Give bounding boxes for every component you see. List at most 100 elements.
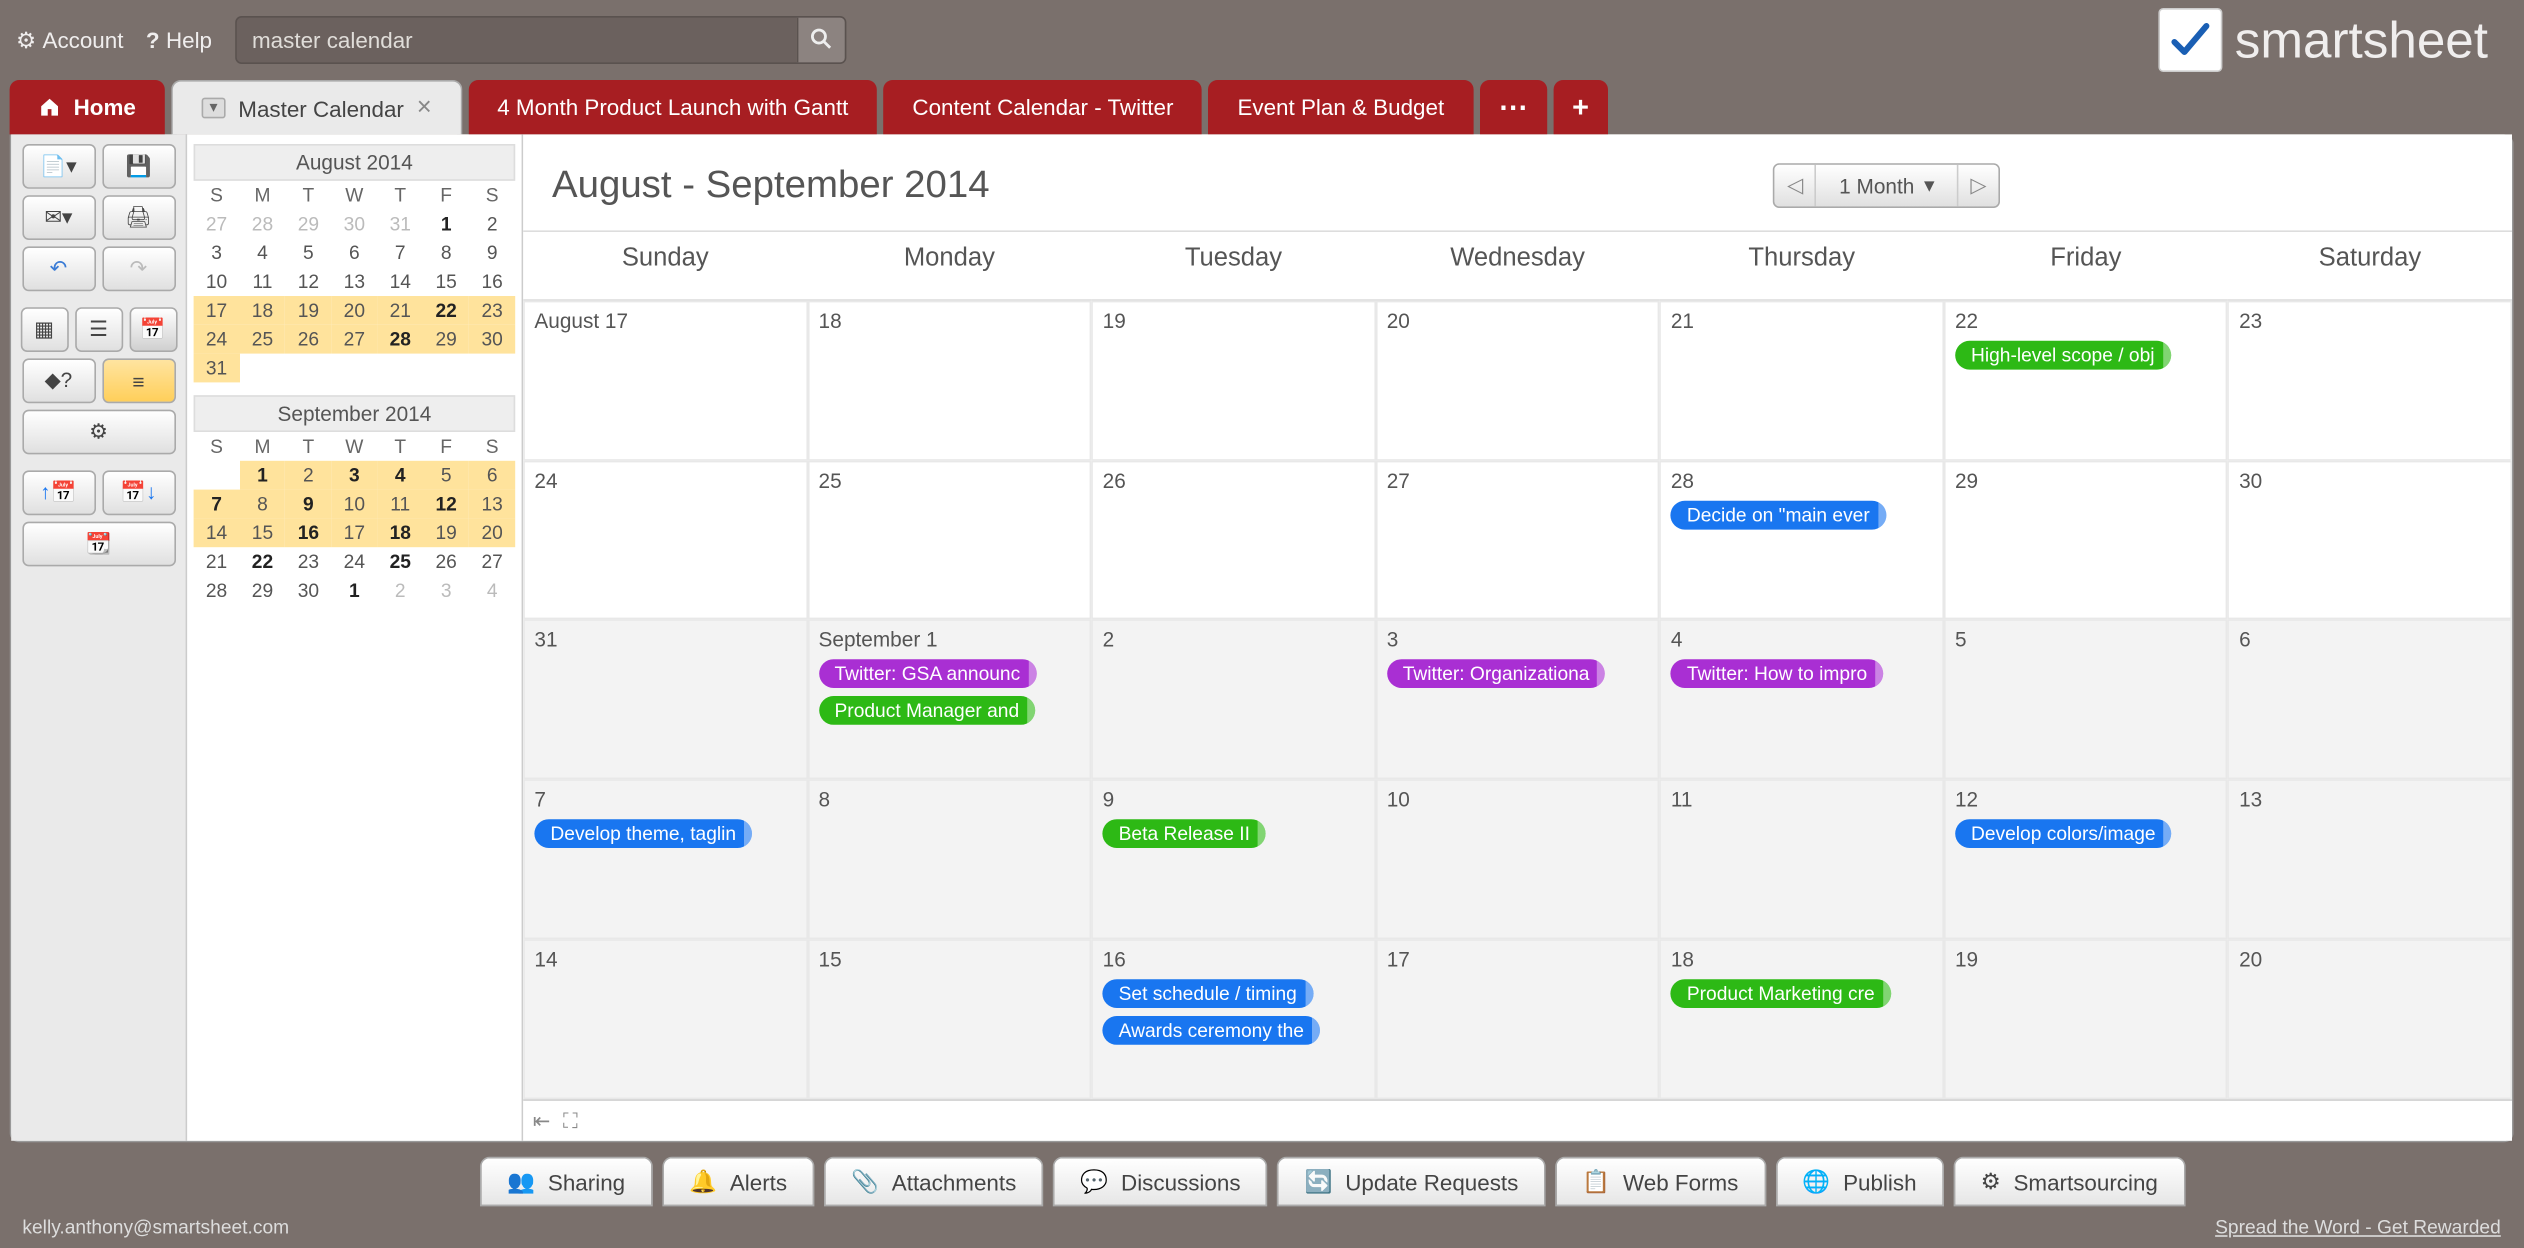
calendar-view-button[interactable]: 📅 [129, 307, 177, 352]
tab-add[interactable]: + [1553, 80, 1608, 134]
day-cell[interactable]: 3Twitter: Organizationa [1376, 620, 1660, 780]
help-link[interactable]: Help [146, 27, 212, 53]
minical-day[interactable]: 3 [194, 238, 240, 267]
save-button[interactable]: 💾 [102, 144, 176, 189]
day-cell[interactable]: 5 [1944, 620, 2228, 780]
minical-day[interactable]: 11 [240, 267, 286, 296]
bottom-tab-update-requests[interactable]: 🔄Update Requests [1277, 1157, 1545, 1207]
day-cell[interactable]: 24 [523, 460, 807, 620]
day-cell[interactable]: 4Twitter: How to impro [1660, 620, 1944, 780]
minical-day[interactable]: 8 [423, 238, 469, 267]
tab-more[interactable]: ⋯ [1479, 80, 1546, 134]
minical-day[interactable]: 29 [240, 576, 286, 605]
calendar-event[interactable]: Beta Release II [1103, 820, 1266, 849]
minical-day[interactable]: 12 [285, 267, 331, 296]
minical-day[interactable]: 22 [423, 296, 469, 325]
minical-day[interactable]: 15 [240, 518, 286, 547]
minical-day[interactable]: 26 [423, 547, 469, 576]
tab-dropdown-icon[interactable]: ▾ [201, 98, 225, 119]
bottom-tab-alerts[interactable]: 🔔Alerts [662, 1157, 814, 1207]
day-cell[interactable]: 11 [1660, 780, 1944, 940]
minical-day[interactable]: 7 [377, 238, 423, 267]
minical-day[interactable]: 18 [240, 296, 286, 325]
day-cell[interactable]: 23 [2228, 301, 2512, 461]
minical-day[interactable]: 10 [331, 490, 377, 519]
calendar-event[interactable]: Product Manager and [819, 697, 1036, 726]
minical-day[interactable]: 2 [469, 210, 515, 239]
redo-button[interactable]: ↷ [102, 246, 176, 291]
minical-day[interactable]: 16 [469, 267, 515, 296]
minical-day[interactable]: 23 [469, 296, 515, 325]
minical-day[interactable]: 9 [285, 490, 331, 519]
day-cell[interactable]: 18Product Marketing cre [1660, 939, 1944, 1099]
minical-day[interactable]: 19 [423, 518, 469, 547]
search-input[interactable] [236, 18, 796, 63]
search-button[interactable] [796, 18, 844, 63]
calendar-event[interactable]: Develop theme, taglin [534, 820, 752, 849]
minical-day[interactable]: 28 [377, 325, 423, 354]
minical-day[interactable]: 15 [423, 267, 469, 296]
calendar-event[interactable]: Twitter: GSA announc [819, 660, 1037, 689]
minical-day[interactable]: 3 [331, 461, 377, 490]
tab-active[interactable]: ▾ Master Calendar × [171, 80, 462, 134]
day-cell[interactable]: 13 [2228, 780, 2512, 940]
minical-day[interactable]: 6 [469, 461, 515, 490]
conditional-format-button[interactable]: ≡ [102, 358, 176, 403]
minical-day[interactable]: 23 [285, 547, 331, 576]
fullscreen-icon[interactable]: ⛶ [563, 1108, 578, 1134]
minical-day[interactable]: 14 [377, 267, 423, 296]
day-cell[interactable]: 26 [1091, 460, 1375, 620]
file-dropdown-button[interactable]: 📄▾ [22, 144, 96, 189]
minical-day[interactable]: 21 [194, 547, 240, 576]
minical-day[interactable]: 16 [285, 518, 331, 547]
minical-day[interactable]: 5 [423, 461, 469, 490]
day-cell[interactable]: 28Decide on "main ever [1660, 460, 1944, 620]
day-cell[interactable]: 18 [807, 301, 1091, 461]
grid-view-button[interactable]: ▦ [20, 307, 68, 352]
minical-day[interactable]: 30 [331, 210, 377, 239]
minical-day[interactable]: 30 [469, 325, 515, 354]
day-cell[interactable]: 21 [1660, 301, 1944, 461]
day-cell[interactable]: 12Develop colors/image [1944, 780, 2228, 940]
day-cell[interactable]: August 17 [523, 301, 807, 461]
calendar-event[interactable]: Twitter: Organizationa [1387, 660, 1606, 689]
day-cell[interactable]: 15 [807, 939, 1091, 1099]
minical-day[interactable]: 13 [469, 490, 515, 519]
minical-day[interactable]: 22 [240, 547, 286, 576]
minical-day[interactable]: 20 [469, 518, 515, 547]
bottom-tab-attachments[interactable]: 📎Attachments [824, 1157, 1044, 1207]
day-cell[interactable]: 20 [1376, 301, 1660, 461]
day-cell[interactable]: 25 [807, 460, 1091, 620]
tab-home[interactable]: Home [10, 80, 165, 134]
minical-day[interactable]: 4 [377, 461, 423, 490]
minical-day[interactable]: 19 [285, 296, 331, 325]
minical-day[interactable]: 28 [194, 576, 240, 605]
close-tab-icon[interactable]: × [417, 94, 432, 123]
account-link[interactable]: Account [16, 26, 123, 53]
print-button[interactable]: 🖨 [102, 195, 176, 240]
minical-day[interactable]: 31 [194, 354, 240, 383]
collapse-icon[interactable]: ⇤ [533, 1108, 550, 1134]
calendar-event[interactable]: High-level scope / obj [1955, 341, 2171, 370]
minical-day[interactable]: 10 [194, 267, 240, 296]
calendar-event[interactable]: Awards ceremony the [1103, 1016, 1320, 1045]
day-cell[interactable]: 9Beta Release II [1091, 780, 1375, 940]
minical-day[interactable]: 7 [194, 490, 240, 519]
calendar-event[interactable]: Develop colors/image [1955, 820, 2172, 849]
minical-day[interactable]: 2 [377, 576, 423, 605]
export-button[interactable]: 📅↓ [102, 470, 176, 515]
settings-button[interactable] [22, 410, 176, 455]
minical-day[interactable]: 2 [285, 461, 331, 490]
day-cell[interactable]: 8 [807, 780, 1091, 940]
minical-day[interactable]: 24 [194, 325, 240, 354]
minical-day[interactable]: 30 [285, 576, 331, 605]
day-cell[interactable]: 19 [1944, 939, 2228, 1099]
minical-day[interactable]: 17 [331, 518, 377, 547]
day-cell[interactable]: 29 [1944, 460, 2228, 620]
minical-day[interactable]: 1 [423, 210, 469, 239]
minical-day[interactable]: 1 [331, 576, 377, 605]
day-cell[interactable]: 20 [2228, 939, 2512, 1099]
day-cell[interactable]: 14 [523, 939, 807, 1099]
range-select[interactable]: 1 Month▾ [1817, 173, 1957, 199]
highlight-button[interactable]: ◆? [22, 358, 96, 403]
